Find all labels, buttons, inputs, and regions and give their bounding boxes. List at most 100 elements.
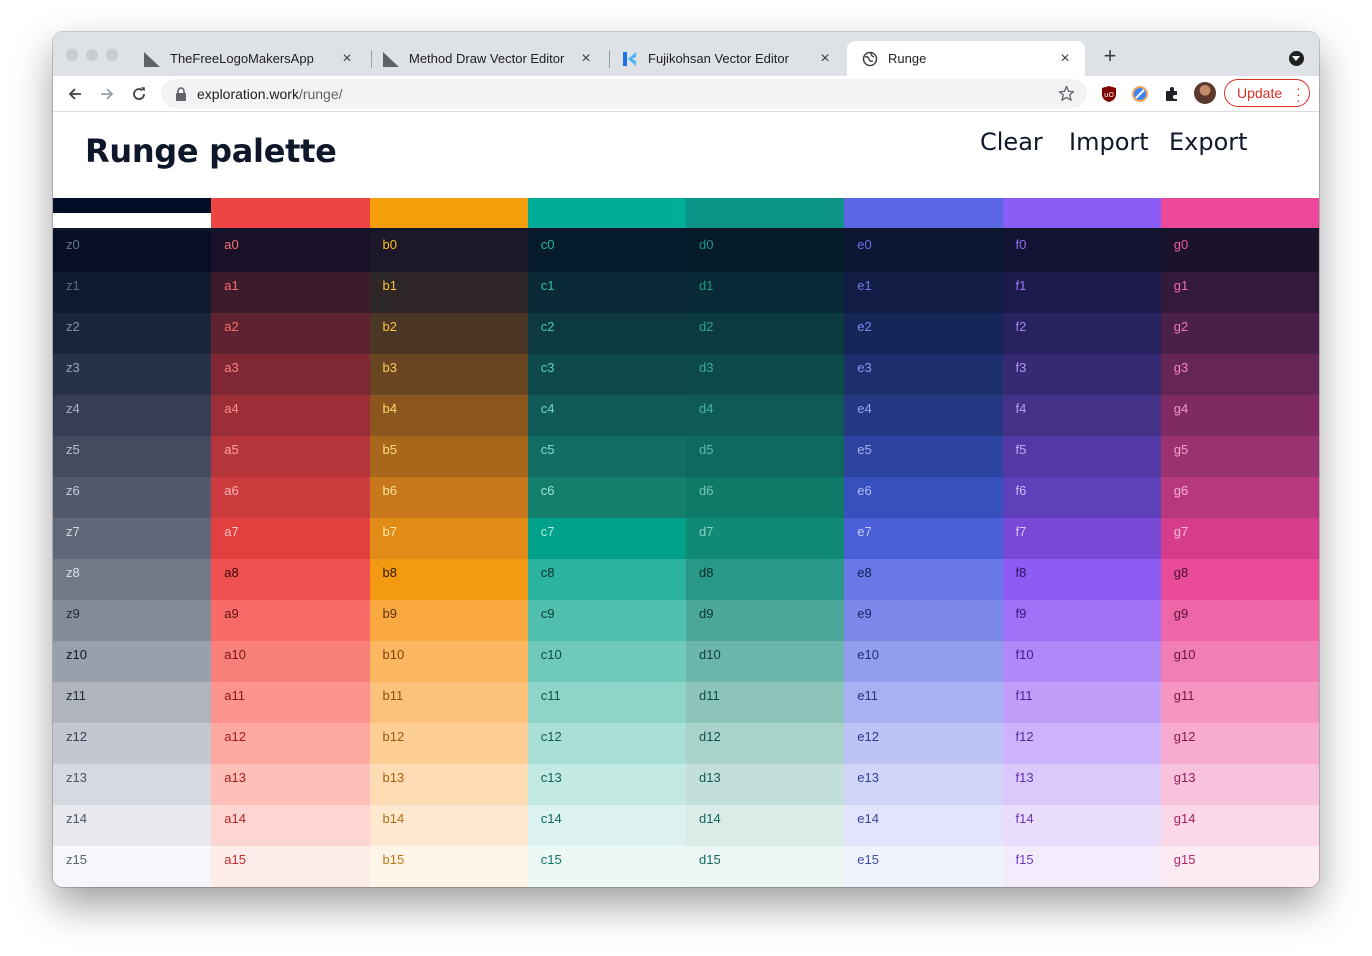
color-cell-b9[interactable]: b9	[369, 600, 528, 641]
color-cell-c6[interactable]: c6	[527, 477, 686, 518]
color-cell-d4[interactable]: d4	[686, 395, 845, 436]
close-tab-icon[interactable]: ×	[1057, 50, 1073, 67]
color-cell-z0[interactable]: z0	[53, 231, 212, 272]
color-cell-a10[interactable]: a10	[211, 641, 370, 682]
forward-arrow-icon[interactable]	[93, 80, 121, 108]
color-cell-g11[interactable]: g11	[1160, 682, 1319, 723]
color-cell-z7[interactable]: z7	[53, 518, 212, 559]
color-cell-f4[interactable]: f4	[1002, 395, 1161, 436]
color-cell-z6[interactable]: z6	[53, 477, 212, 518]
color-cell-g10[interactable]: g10	[1160, 641, 1319, 682]
color-cell-e5[interactable]: e5	[844, 436, 1003, 477]
color-cell-a15[interactable]: a15	[211, 846, 370, 887]
color-cell-c7[interactable]: c7	[527, 518, 686, 559]
color-cell-z8[interactable]: z8	[53, 559, 212, 600]
color-cell-g5[interactable]: g5	[1160, 436, 1319, 477]
color-cell-g15[interactable]: g15	[1160, 846, 1319, 887]
color-cell-z9[interactable]: z9	[53, 600, 212, 641]
color-cell-a6[interactable]: a6	[211, 477, 370, 518]
swatch-g[interactable]	[1160, 198, 1319, 231]
color-cell-e1[interactable]: e1	[844, 272, 1003, 313]
color-cell-f13[interactable]: f13	[1002, 764, 1161, 805]
color-cell-b2[interactable]: b2	[369, 313, 528, 354]
color-cell-b7[interactable]: b7	[369, 518, 528, 559]
extensions-puzzle-icon[interactable]	[1163, 85, 1181, 103]
swatch-e[interactable]	[844, 198, 1003, 231]
color-cell-g4[interactable]: g4	[1160, 395, 1319, 436]
color-cell-d9[interactable]: d9	[686, 600, 845, 641]
color-cell-b0[interactable]: b0	[369, 231, 528, 272]
color-cell-z11[interactable]: z11	[53, 682, 212, 723]
color-cell-g13[interactable]: g13	[1160, 764, 1319, 805]
color-cell-c4[interactable]: c4	[527, 395, 686, 436]
color-cell-z2[interactable]: z2	[53, 313, 212, 354]
profile-avatar[interactable]	[1194, 82, 1216, 104]
color-cell-c10[interactable]: c10	[527, 641, 686, 682]
color-cell-z12[interactable]: z12	[53, 723, 212, 764]
color-cell-c1[interactable]: c1	[527, 272, 686, 313]
swatch-f[interactable]	[1002, 198, 1161, 231]
update-button[interactable]: Update · · ·	[1224, 79, 1310, 107]
color-cell-e13[interactable]: e13	[844, 764, 1003, 805]
color-cell-f11[interactable]: f11	[1002, 682, 1161, 723]
color-cell-c0[interactable]: c0	[527, 231, 686, 272]
color-cell-a9[interactable]: a9	[211, 600, 370, 641]
color-cell-f6[interactable]: f6	[1002, 477, 1161, 518]
color-cell-b12[interactable]: b12	[369, 723, 528, 764]
color-cell-z1[interactable]: z1	[53, 272, 212, 313]
color-cell-z3[interactable]: z3	[53, 354, 212, 395]
color-cell-c2[interactable]: c2	[527, 313, 686, 354]
color-cell-c3[interactable]: c3	[527, 354, 686, 395]
color-cell-z15[interactable]: z15	[53, 846, 212, 887]
color-cell-e14[interactable]: e14	[844, 805, 1003, 846]
swatch-d[interactable]	[686, 198, 845, 231]
color-cell-e4[interactable]: e4	[844, 395, 1003, 436]
color-cell-f1[interactable]: f1	[1002, 272, 1161, 313]
color-cell-c13[interactable]: c13	[527, 764, 686, 805]
new-tab-plus-icon[interactable]: +	[1099, 45, 1121, 68]
color-cell-g3[interactable]: g3	[1160, 354, 1319, 395]
color-cell-b4[interactable]: b4	[369, 395, 528, 436]
color-cell-f9[interactable]: f9	[1002, 600, 1161, 641]
color-cell-g8[interactable]: g8	[1160, 559, 1319, 600]
color-cell-f2[interactable]: f2	[1002, 313, 1161, 354]
color-cell-f12[interactable]: f12	[1002, 723, 1161, 764]
reload-icon[interactable]	[125, 80, 153, 108]
swatch-a[interactable]	[211, 198, 370, 231]
color-cell-d14[interactable]: d14	[686, 805, 845, 846]
color-cell-g1[interactable]: g1	[1160, 272, 1319, 313]
tab-method-draw[interactable]: Method Draw Vector Editor ×	[368, 41, 606, 76]
color-cell-z4[interactable]: z4	[53, 395, 212, 436]
color-cell-d13[interactable]: d13	[686, 764, 845, 805]
color-picker-extension-icon[interactable]	[1131, 85, 1149, 103]
color-cell-e3[interactable]: e3	[844, 354, 1003, 395]
tab-search-chevron-icon[interactable]	[1289, 51, 1304, 66]
color-cell-a11[interactable]: a11	[211, 682, 370, 723]
color-cell-e10[interactable]: e10	[844, 641, 1003, 682]
swatch-c[interactable]	[527, 198, 686, 231]
menu-kebab-icon[interactable]: · · ·	[1296, 81, 1301, 107]
color-cell-f3[interactable]: f3	[1002, 354, 1161, 395]
color-cell-g0[interactable]: g0	[1160, 231, 1319, 272]
color-cell-a14[interactable]: a14	[211, 805, 370, 846]
color-cell-c5[interactable]: c5	[527, 436, 686, 477]
color-cell-g2[interactable]: g2	[1160, 313, 1319, 354]
color-cell-e11[interactable]: e11	[844, 682, 1003, 723]
color-cell-c9[interactable]: c9	[527, 600, 686, 641]
bookmark-star-icon[interactable]	[1058, 85, 1075, 102]
color-cell-c12[interactable]: c12	[527, 723, 686, 764]
swatch-z[interactable]	[53, 198, 212, 231]
export-button[interactable]: Export	[1169, 128, 1248, 156]
color-cell-g14[interactable]: g14	[1160, 805, 1319, 846]
color-cell-a5[interactable]: a5	[211, 436, 370, 477]
color-cell-e9[interactable]: e9	[844, 600, 1003, 641]
color-cell-b11[interactable]: b11	[369, 682, 528, 723]
color-cell-e2[interactable]: e2	[844, 313, 1003, 354]
color-cell-a12[interactable]: a12	[211, 723, 370, 764]
color-cell-g12[interactable]: g12	[1160, 723, 1319, 764]
color-cell-f0[interactable]: f0	[1002, 231, 1161, 272]
color-cell-a0[interactable]: a0	[211, 231, 370, 272]
minimize-window-dot[interactable]	[86, 49, 98, 61]
lock-icon[interactable]	[173, 86, 189, 102]
color-cell-z5[interactable]: z5	[53, 436, 212, 477]
